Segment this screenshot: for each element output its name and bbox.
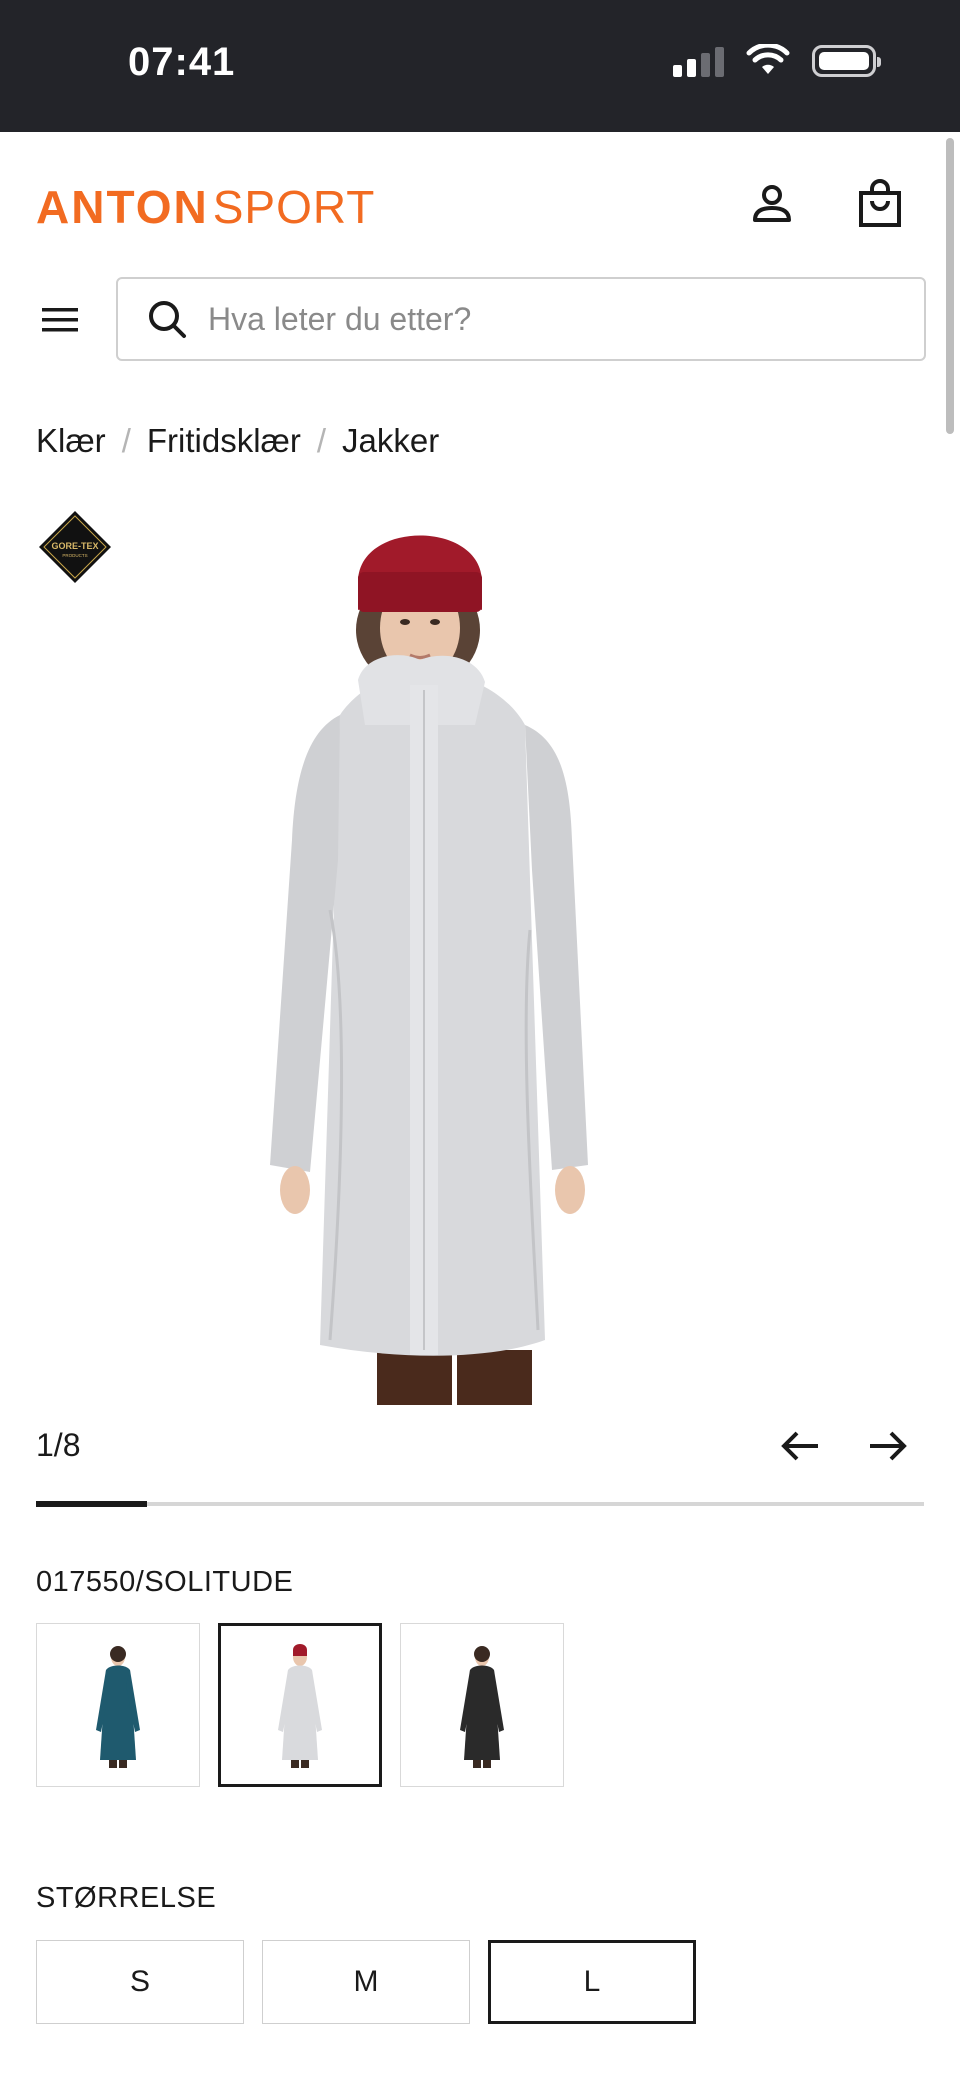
color-swatch[interactable] xyxy=(400,1623,564,1787)
search-box[interactable] xyxy=(116,277,926,361)
battery-icon xyxy=(812,45,881,77)
gallery-progress-fill xyxy=(36,1501,147,1507)
svg-text:PRODUCTS: PRODUCTS xyxy=(62,553,87,558)
breadcrumb-separator: / xyxy=(316,422,327,459)
breadcrumb-separator: / xyxy=(121,422,131,459)
wifi-icon xyxy=(746,44,790,74)
hamburger-menu-icon[interactable] xyxy=(40,302,80,338)
breadcrumb: Klær / Fritidsklær / Jakker xyxy=(36,422,439,460)
site-header: ANTON SPORT xyxy=(0,132,960,280)
product-gallery[interactable]: GORE-TEX PRODUCTS xyxy=(0,490,960,1410)
breadcrumb-item-jakker[interactable]: Jakker xyxy=(342,422,439,460)
product-image-parka[interactable] xyxy=(270,510,690,1415)
image-counter: 1/8 xyxy=(36,1427,81,1463)
search-icon xyxy=(146,298,188,340)
gore-tex-badge: GORE-TEX PRODUCTS xyxy=(39,511,111,583)
shopping-bag-icon[interactable] xyxy=(852,176,908,232)
size-label: STØRRELSE xyxy=(36,1882,217,1914)
color-swatches xyxy=(36,1623,564,1787)
size-button-m[interactable]: M xyxy=(262,1940,470,2024)
size-button-s[interactable]: S xyxy=(36,1940,244,2024)
gallery-progress-bar xyxy=(36,1501,924,1507)
search-input[interactable] xyxy=(208,300,888,338)
arrow-right-icon[interactable] xyxy=(864,1426,912,1466)
signal-icon xyxy=(673,45,724,77)
breadcrumb-item-fritidsklaer[interactable]: Fritidsklær xyxy=(147,422,301,460)
status-bar: 07:41 xyxy=(0,0,960,132)
size-button-l[interactable]: L xyxy=(488,1940,696,2024)
status-icons xyxy=(673,44,881,78)
variant-code: 017550/SOLITUDE xyxy=(36,1566,294,1598)
color-swatch[interactable] xyxy=(36,1623,200,1787)
status-time: 07:41 xyxy=(128,40,236,84)
breadcrumb-item-klaer[interactable]: Klær xyxy=(36,422,106,460)
logo-word-sport: SPORT xyxy=(212,181,376,233)
size-options: S M L xyxy=(36,1940,696,2024)
color-swatch[interactable] xyxy=(218,1623,382,1787)
svg-text:GORE-TEX: GORE-TEX xyxy=(51,541,98,551)
arrow-left-icon[interactable] xyxy=(776,1426,824,1466)
logo-word-anton: ANTON xyxy=(36,181,209,233)
account-icon[interactable] xyxy=(744,176,800,232)
anton-sport-logo[interactable]: ANTON SPORT xyxy=(36,180,375,234)
